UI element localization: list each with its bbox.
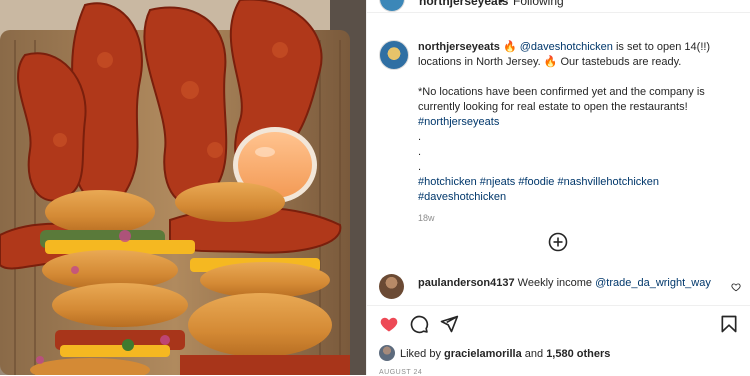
likes-count[interactable]: 1,580 others <box>546 348 610 360</box>
share-icon[interactable] <box>439 314 459 334</box>
caption-paragraph2: *No locations have been confirmed yet an… <box>418 86 705 113</box>
add-circle-icon <box>548 232 568 252</box>
author-avatar[interactable] <box>379 0 405 12</box>
fire-emoji: 🔥 <box>503 41 517 53</box>
food-photo-illustration <box>0 0 366 375</box>
liker-username[interactable]: gracielamorilla <box>444 348 522 360</box>
comment-mention[interactable]: @trade_da_wright_way <box>595 277 711 289</box>
likes-middle: and <box>524 348 544 360</box>
caption-dot: . <box>418 161 422 173</box>
follow-separator: • <box>499 0 504 8</box>
comment-text: paulanderson4137 Weekly income @trade_da… <box>418 277 711 289</box>
caption-username[interactable]: northjerseyeats <box>418 41 500 53</box>
post-header: northjerseyeats • Following <box>367 0 750 13</box>
caption-mention[interactable]: @daveshotchicken <box>520 41 613 53</box>
comment-body: Weekly income <box>517 277 593 289</box>
comment-like-heart-icon[interactable] <box>731 282 741 292</box>
post-side-panel: northjerseyeats • Following northjerseye… <box>366 0 750 376</box>
hashtag-link[interactable]: #hotchicken <box>418 176 477 188</box>
caption-text: northjerseyeats 🔥 @daveshotchicken is se… <box>418 40 736 226</box>
comment-item: paulanderson4137 Weekly income @trade_da… <box>379 272 741 300</box>
caption-dot: . <box>418 131 422 143</box>
follow-status-button[interactable]: Following <box>513 0 564 8</box>
post-photo[interactable] <box>0 0 366 375</box>
hashtag-link[interactable]: #nashvillehotchicken <box>557 176 659 188</box>
post-action-bar <box>367 305 750 342</box>
hashtag-link[interactable]: #northjerseyeats <box>418 116 499 128</box>
bookmark-icon[interactable] <box>719 314 739 334</box>
caption-dot: . <box>418 146 422 158</box>
liker-avatar[interactable] <box>379 345 395 361</box>
heart-icon[interactable] <box>379 314 399 334</box>
commenter-username[interactable]: paulanderson4137 <box>418 277 515 289</box>
commenter-avatar[interactable] <box>379 274 404 299</box>
likes-prefix: Liked by <box>400 348 441 360</box>
hashtag-link[interactable]: #foodie <box>518 176 554 188</box>
comment-icon[interactable] <box>409 314 429 334</box>
caption-author-avatar[interactable] <box>379 40 409 70</box>
author-username[interactable]: northjerseyeats <box>419 0 508 8</box>
hashtag-link[interactable]: #njeats <box>480 176 515 188</box>
caption-time-ago[interactable]: 18w <box>418 211 736 226</box>
load-more-comments-button[interactable] <box>548 232 568 252</box>
hashtag-link[interactable]: #daveshotchicken <box>418 191 506 203</box>
